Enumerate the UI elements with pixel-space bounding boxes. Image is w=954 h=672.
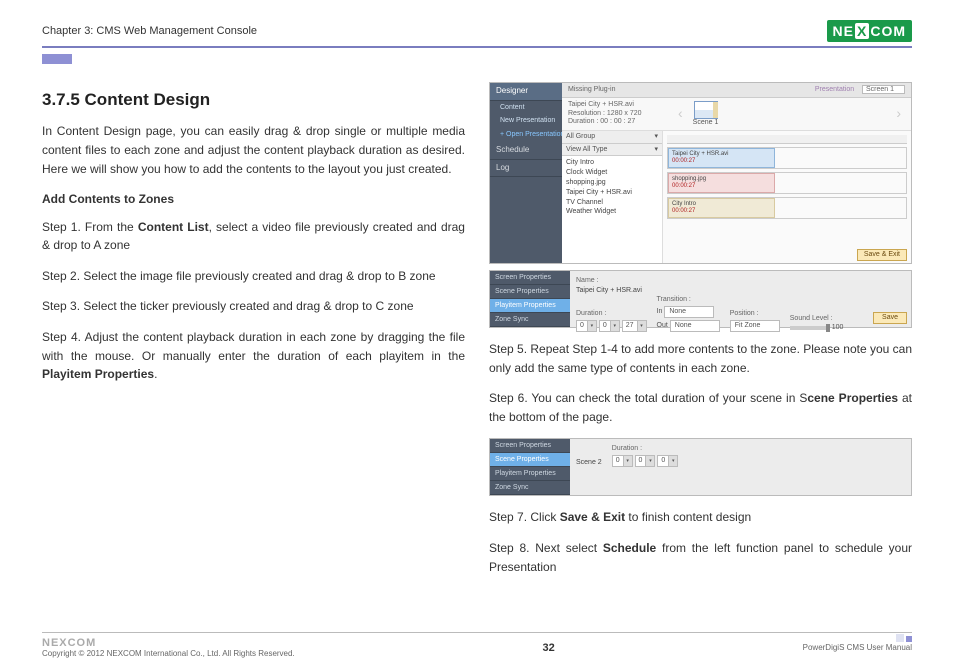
list-item[interactable]: City Intro [566, 158, 658, 168]
brand-logo: NEXCOM [827, 20, 912, 42]
save-exit-button[interactable]: Save & Exit [857, 249, 907, 261]
timeline-ruler [667, 135, 907, 144]
duration-second[interactable]: 0▾ [657, 455, 678, 467]
duration-minute[interactable]: 0▾ [635, 455, 656, 467]
prev-scene-arrow[interactable]: ‹ [674, 106, 687, 121]
step-2: Step 2. Select the image file previously… [42, 267, 465, 286]
page-number: 32 [543, 642, 555, 654]
step-7: Step 7. Click Save & Exit to finish cont… [489, 508, 912, 527]
nav-log[interactable]: Log [490, 160, 562, 178]
list-item[interactable]: shopping.jpg [566, 178, 658, 188]
zone-b-track[interactable]: shopping.jpg 00:00:27 [667, 172, 907, 194]
footer-logo: NEXCOM [42, 637, 295, 649]
duration-hour[interactable]: 0▾ [612, 455, 633, 467]
duration-label: Duration : [576, 310, 647, 318]
nav-schedule[interactable]: Schedule [490, 142, 562, 160]
list-item[interactable]: Clock Widget [566, 168, 658, 178]
list-item[interactable]: Taipei City + HSR.avi [566, 188, 658, 198]
intro-paragraph: In Content Design page, you can easily d… [42, 122, 465, 180]
section-marker [42, 54, 72, 64]
transition-in-select[interactable]: None [664, 306, 714, 318]
preview-info: Taipei City + HSR.avi Resolution : 1280 … [568, 101, 668, 126]
transition-label: Transition : [657, 296, 720, 304]
manual-title: PowerDigiS CMS User Manual [803, 643, 912, 652]
duration-minute[interactable]: 0▾ [599, 320, 620, 332]
next-scene-arrow[interactable]: › [892, 106, 905, 121]
nav-designer[interactable]: Designer [490, 83, 562, 101]
content-list[interactable]: City Intro Clock Widget shopping.jpg Tai… [562, 156, 662, 263]
clip-image[interactable]: shopping.jpg 00:00:27 [668, 173, 775, 193]
transition-out-select[interactable]: None [670, 320, 720, 332]
tab-screen-properties[interactable]: Screen Properties [490, 439, 570, 453]
step-8: Step 8. Next select Schedule from the le… [489, 539, 912, 576]
brand-post: COM [870, 23, 906, 39]
nav-open-presentation[interactable]: + Open Presentation [490, 128, 562, 142]
clip-video[interactable]: Taipei City + HSR.avi 00:00:27 [668, 148, 775, 168]
save-button[interactable]: Save [873, 312, 907, 324]
step-6: Step 6. You can check the total duration… [489, 389, 912, 426]
step-5: Step 5. Repeat Step 1-4 to add more cont… [489, 340, 912, 377]
presentation-tab[interactable]: Presentation [815, 86, 854, 93]
duration-label: Duration : [612, 445, 679, 453]
screen-select[interactable]: Screen 1 [862, 85, 905, 94]
nav-panel: Designer Content New Presentation + Open… [490, 83, 562, 263]
zone-a-track[interactable]: Taipei City + HSR.avi 00:00:27 [667, 147, 907, 169]
sound-value: 100 [832, 324, 844, 331]
tab-screen-properties[interactable]: Screen Properties [490, 271, 570, 285]
screenshot-scene-properties: Screen Properties Scene Properties Playi… [489, 438, 912, 496]
list-item[interactable]: Weather Widget [566, 207, 658, 217]
missing-plugin-label: Missing Plug-in [568, 86, 615, 94]
position-select[interactable]: Fit Zone [730, 320, 780, 332]
tab-playitem-properties[interactable]: Playitem Properties [490, 299, 570, 313]
step-1: Step 1. From the Content List, select a … [42, 218, 465, 255]
scene-label: Scene 1 [693, 119, 719, 127]
scene-name: Scene 2 [576, 459, 602, 467]
section-heading: 3.7.5 Content Design [42, 90, 465, 110]
chapter-title: Chapter 3: CMS Web Management Console [42, 25, 257, 37]
duration-second[interactable]: 27▾ [622, 320, 647, 332]
tab-scene-properties[interactable]: Scene Properties [490, 285, 570, 299]
sound-slider[interactable] [790, 326, 830, 330]
copyright: Copyright © 2012 NEXCOM International Co… [42, 649, 295, 658]
screenshot-content-design: Designer Content New Presentation + Open… [489, 82, 912, 264]
position-label: Position : [730, 310, 780, 318]
nav-new-presentation[interactable]: New Presentation [490, 114, 562, 128]
step-3: Step 3. Select the ticker previously cre… [42, 297, 465, 316]
tab-scene-properties[interactable]: Scene Properties [490, 453, 570, 467]
transition-in-label: In [657, 308, 663, 315]
tab-playitem-properties[interactable]: Playitem Properties [490, 467, 570, 481]
subsection-heading: Add Contents to Zones [42, 192, 465, 206]
tab-zone-sync[interactable]: Zone Sync [490, 481, 570, 495]
screenshot-playitem-properties: Screen Properties Scene Properties Playi… [489, 270, 912, 328]
sound-label: Sound Level : [790, 315, 844, 323]
step-4: Step 4. Adjust the content playback dura… [42, 328, 465, 384]
list-item[interactable]: TV Channel [566, 198, 658, 208]
scene-thumbnail[interactable] [694, 101, 718, 119]
zone-c-track[interactable]: City Intro 00:00:27 [667, 197, 907, 219]
tab-zone-sync[interactable]: Zone Sync [490, 313, 570, 327]
name-label: Name : [576, 277, 642, 285]
name-value: Taipei City + HSR.avi [576, 287, 642, 295]
brand-pre: NE [833, 23, 854, 39]
duration-hour[interactable]: 0▾ [576, 320, 597, 332]
type-dropdown[interactable]: View All Type▾ [562, 144, 662, 157]
transition-out-label: Out [657, 322, 668, 329]
nav-content[interactable]: Content [490, 101, 562, 115]
clip-ticker[interactable]: City Intro 00:00:27 [668, 198, 775, 218]
brand-mid: X [855, 23, 869, 39]
group-dropdown[interactable]: All Group▾ [562, 131, 662, 144]
